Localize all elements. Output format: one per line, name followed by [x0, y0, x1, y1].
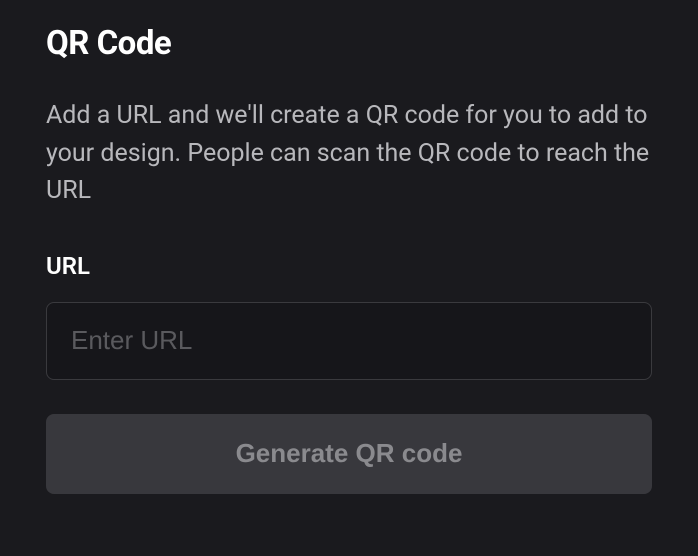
- generate-qr-button[interactable]: Generate QR code: [46, 414, 652, 494]
- url-field-label: URL: [46, 252, 652, 280]
- url-input[interactable]: [46, 302, 652, 380]
- panel-title: QR Code: [46, 24, 652, 63]
- panel-description: Add a URL and we'll create a QR code for…: [46, 97, 652, 210]
